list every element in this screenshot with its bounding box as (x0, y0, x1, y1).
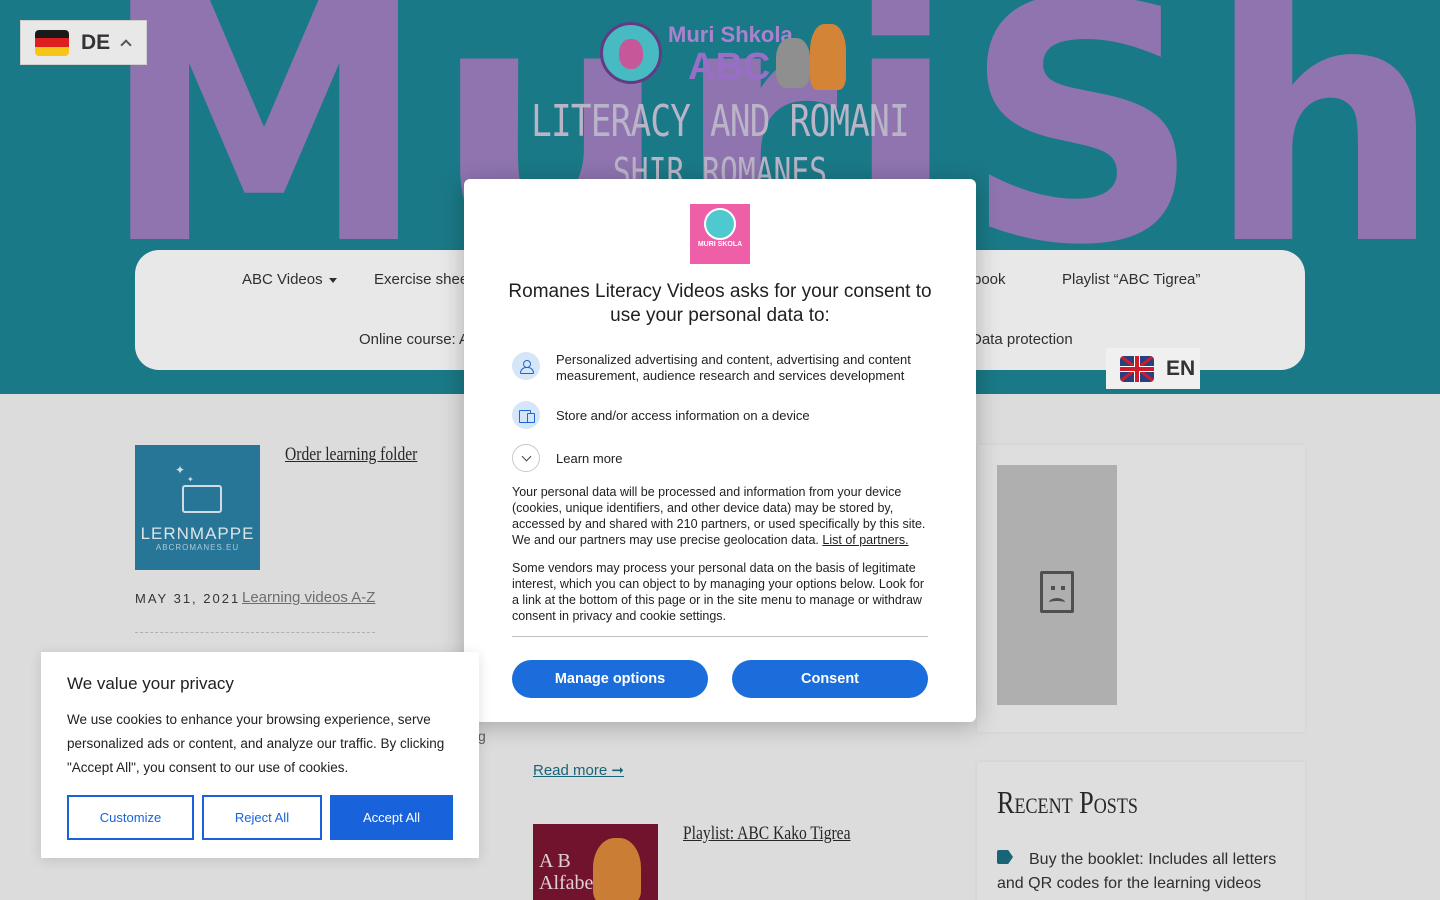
dialog-divider (512, 636, 928, 637)
chevron-down-icon (521, 451, 532, 462)
logo-girl-illustration (704, 208, 736, 240)
consent-paragraph-1: Your personal data will be processed and… (512, 484, 930, 548)
purpose-personalized-ads: Personalized advertising and content, ad… (556, 352, 911, 383)
customize-button[interactable]: Customize (67, 795, 194, 840)
learn-more-label[interactable]: Learn more (556, 451, 622, 466)
cookie-banner-title: We value your privacy (67, 674, 234, 693)
cookie-banner: We value your privacy We use cookies to … (41, 652, 479, 858)
language-code: EN (1166, 356, 1196, 380)
list-of-partners-link[interactable]: List of partners. (822, 533, 908, 547)
language-code: DE (81, 30, 111, 54)
accept-all-button[interactable]: Accept All (330, 795, 453, 840)
learn-more-toggle[interactable] (512, 444, 540, 472)
device-icon (512, 401, 540, 429)
language-option-en[interactable]: EN (1106, 348, 1200, 389)
consent-heading: Romanes Literacy Videos asks for your co… (508, 281, 932, 326)
reject-all-button[interactable]: Reject All (202, 795, 322, 840)
german-flag-icon (35, 29, 69, 56)
cookie-banner-text: We use cookies to enhance your browsing … (67, 712, 445, 775)
publisher-logo-text: MURI SKOLA (697, 241, 743, 248)
publisher-logo: MURI SKOLA (690, 204, 750, 264)
language-switcher-current[interactable]: DE (20, 20, 147, 65)
consent-button[interactable]: Consent (732, 660, 928, 698)
manage-options-button[interactable]: Manage options (512, 660, 708, 698)
consent-paragraph-2: Some vendors may process your personal d… (512, 561, 925, 623)
purpose-store-access-device: Store and/or access information on a dev… (556, 408, 810, 423)
consent-dialog: MURI SKOLA Romanes Literacy Videos asks … (464, 179, 976, 722)
chevron-up-icon (120, 38, 132, 51)
uk-flag-icon (1120, 355, 1154, 382)
person-icon (512, 352, 540, 380)
